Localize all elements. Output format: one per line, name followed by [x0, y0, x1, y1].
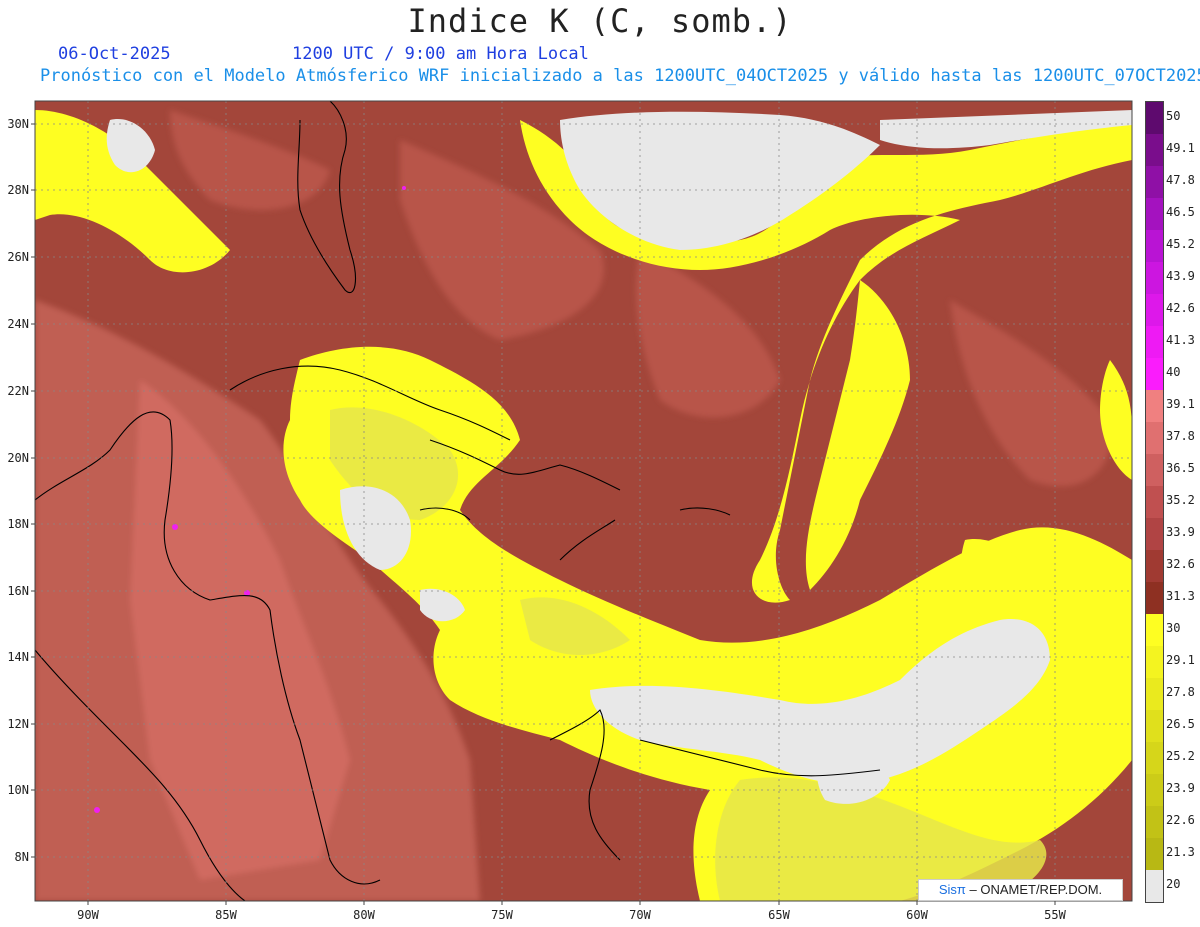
colorbar-swatch: [1146, 326, 1163, 358]
colorbar-swatch: [1146, 390, 1163, 422]
colorbar-swatch: [1146, 742, 1163, 774]
credit-pi: π: [956, 882, 966, 897]
colorbar-swatch: [1146, 294, 1163, 326]
colorbar-label: 26.5: [1166, 717, 1195, 731]
colorbar: [1145, 101, 1164, 903]
colorbar-swatch: [1146, 646, 1163, 678]
colorbar-label: 22.6: [1166, 813, 1195, 827]
colorbar-label: 27.8: [1166, 685, 1195, 699]
colorbar-swatch: [1146, 870, 1163, 902]
lat-label: 20N: [7, 451, 29, 465]
k-index-map: 30N 28N 26N 24N 22N 20N 18N 16N 14N 12N …: [7, 100, 1133, 922]
colorbar-label: 31.3: [1166, 589, 1195, 603]
colorbar-label: 45.2: [1166, 237, 1195, 251]
colorbar-label: 40: [1166, 365, 1181, 379]
colorbar-label: 20: [1166, 877, 1181, 891]
lat-label: 10N: [7, 783, 29, 797]
colorbar-label: 46.5: [1166, 205, 1195, 219]
colorbar-label: 37.8: [1166, 429, 1195, 443]
colorbar-label: 49.1: [1166, 141, 1195, 155]
colorbar-swatch: [1146, 230, 1163, 262]
colorbar-swatch: [1146, 262, 1163, 294]
colorbar-swatch: [1146, 582, 1163, 614]
credit-box: Sisπ – ONAMET/REP.DOM.: [918, 879, 1123, 901]
colorbar-label: 36.5: [1166, 461, 1195, 475]
colorbar-label: 42.6: [1166, 301, 1195, 315]
lat-label: 8N: [15, 850, 29, 864]
lat-label: 26N: [7, 250, 29, 264]
lon-label: 65W: [768, 908, 790, 922]
lon-label: 75W: [491, 908, 513, 922]
lon-label: 60W: [906, 908, 928, 922]
colorbar-label: 32.6: [1166, 557, 1195, 571]
lon-label: 70W: [629, 908, 651, 922]
colorbar-swatch: [1146, 550, 1163, 582]
lon-label: 55W: [1044, 908, 1066, 922]
colorbar-swatch: [1146, 166, 1163, 198]
colorbar-label: 29.1: [1166, 653, 1195, 667]
colorbar-label: 23.9: [1166, 781, 1195, 795]
colorbar-swatch: [1146, 134, 1163, 166]
lat-label: 14N: [7, 650, 29, 664]
lat-label: 18N: [7, 517, 29, 531]
colorbar-label: 30: [1166, 621, 1181, 635]
lat-label: 16N: [7, 584, 29, 598]
lat-label: 30N: [7, 117, 29, 131]
credit-org: – ONAMET/REP.DOM.: [969, 882, 1103, 897]
lon-label: 90W: [77, 908, 99, 922]
colorbar-swatch: [1146, 358, 1163, 390]
colorbar-swatch: [1146, 198, 1163, 230]
colorbar-label: 43.9: [1166, 269, 1195, 283]
colorbar-swatch: [1146, 678, 1163, 710]
lat-label: 28N: [7, 183, 29, 197]
colorbar-swatch: [1146, 838, 1163, 870]
colorbar-label: 50: [1166, 109, 1181, 123]
colorbar-label: 47.8: [1166, 173, 1195, 187]
lat-label: 22N: [7, 384, 29, 398]
colorbar-label: 41.3: [1166, 333, 1195, 347]
colorbar-label: 39.1: [1166, 397, 1195, 411]
colorbar-swatch: [1146, 614, 1163, 646]
lat-label: 24N: [7, 317, 29, 331]
colorbar-swatch: [1146, 518, 1163, 550]
colorbar-label: 21.3: [1166, 845, 1195, 859]
colorbar-swatch: [1146, 102, 1163, 134]
colorbar-swatch: [1146, 486, 1163, 518]
credit-brand: Sis: [938, 882, 957, 897]
lat-label: 12N: [7, 717, 29, 731]
colorbar-swatch: [1146, 710, 1163, 742]
colorbar-swatch: [1146, 422, 1163, 454]
colorbar-label: 25.2: [1166, 749, 1195, 763]
lon-label: 85W: [215, 908, 237, 922]
colorbar-swatch: [1146, 774, 1163, 806]
colorbar-swatch: [1146, 454, 1163, 486]
colorbar-label: 35.2: [1166, 493, 1195, 507]
colorbar-label: 33.9: [1166, 525, 1195, 539]
colorbar-swatch: [1146, 806, 1163, 838]
lon-label: 80W: [353, 908, 375, 922]
